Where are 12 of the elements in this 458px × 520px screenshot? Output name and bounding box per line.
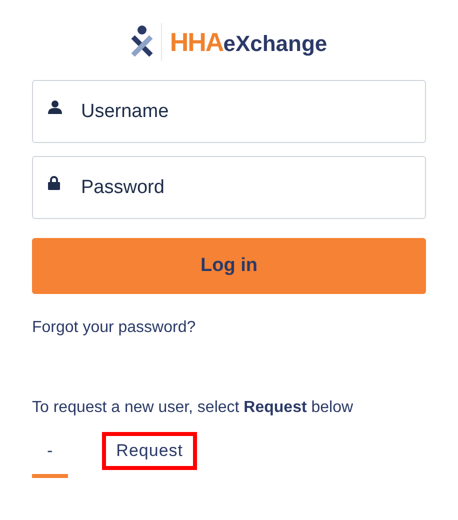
tab[interactable]: Request [102,432,197,470]
request-hint: To request a new user, select Request below [32,399,354,416]
login-button[interactable]: Log in [32,238,426,294]
logo-text: eXchange [223,30,328,58]
lock-icon [48,176,60,190]
logo-text: HHA [170,26,224,58]
tab[interactable]: - [32,436,68,478]
input-field[interactable]: Username [32,80,426,143]
input-field[interactable]: Password [32,156,426,219]
forgot-password-link[interactable]: Forgot your password? [32,319,196,336]
person-icon [48,100,62,114]
figure-logo-icon [130,25,153,59]
